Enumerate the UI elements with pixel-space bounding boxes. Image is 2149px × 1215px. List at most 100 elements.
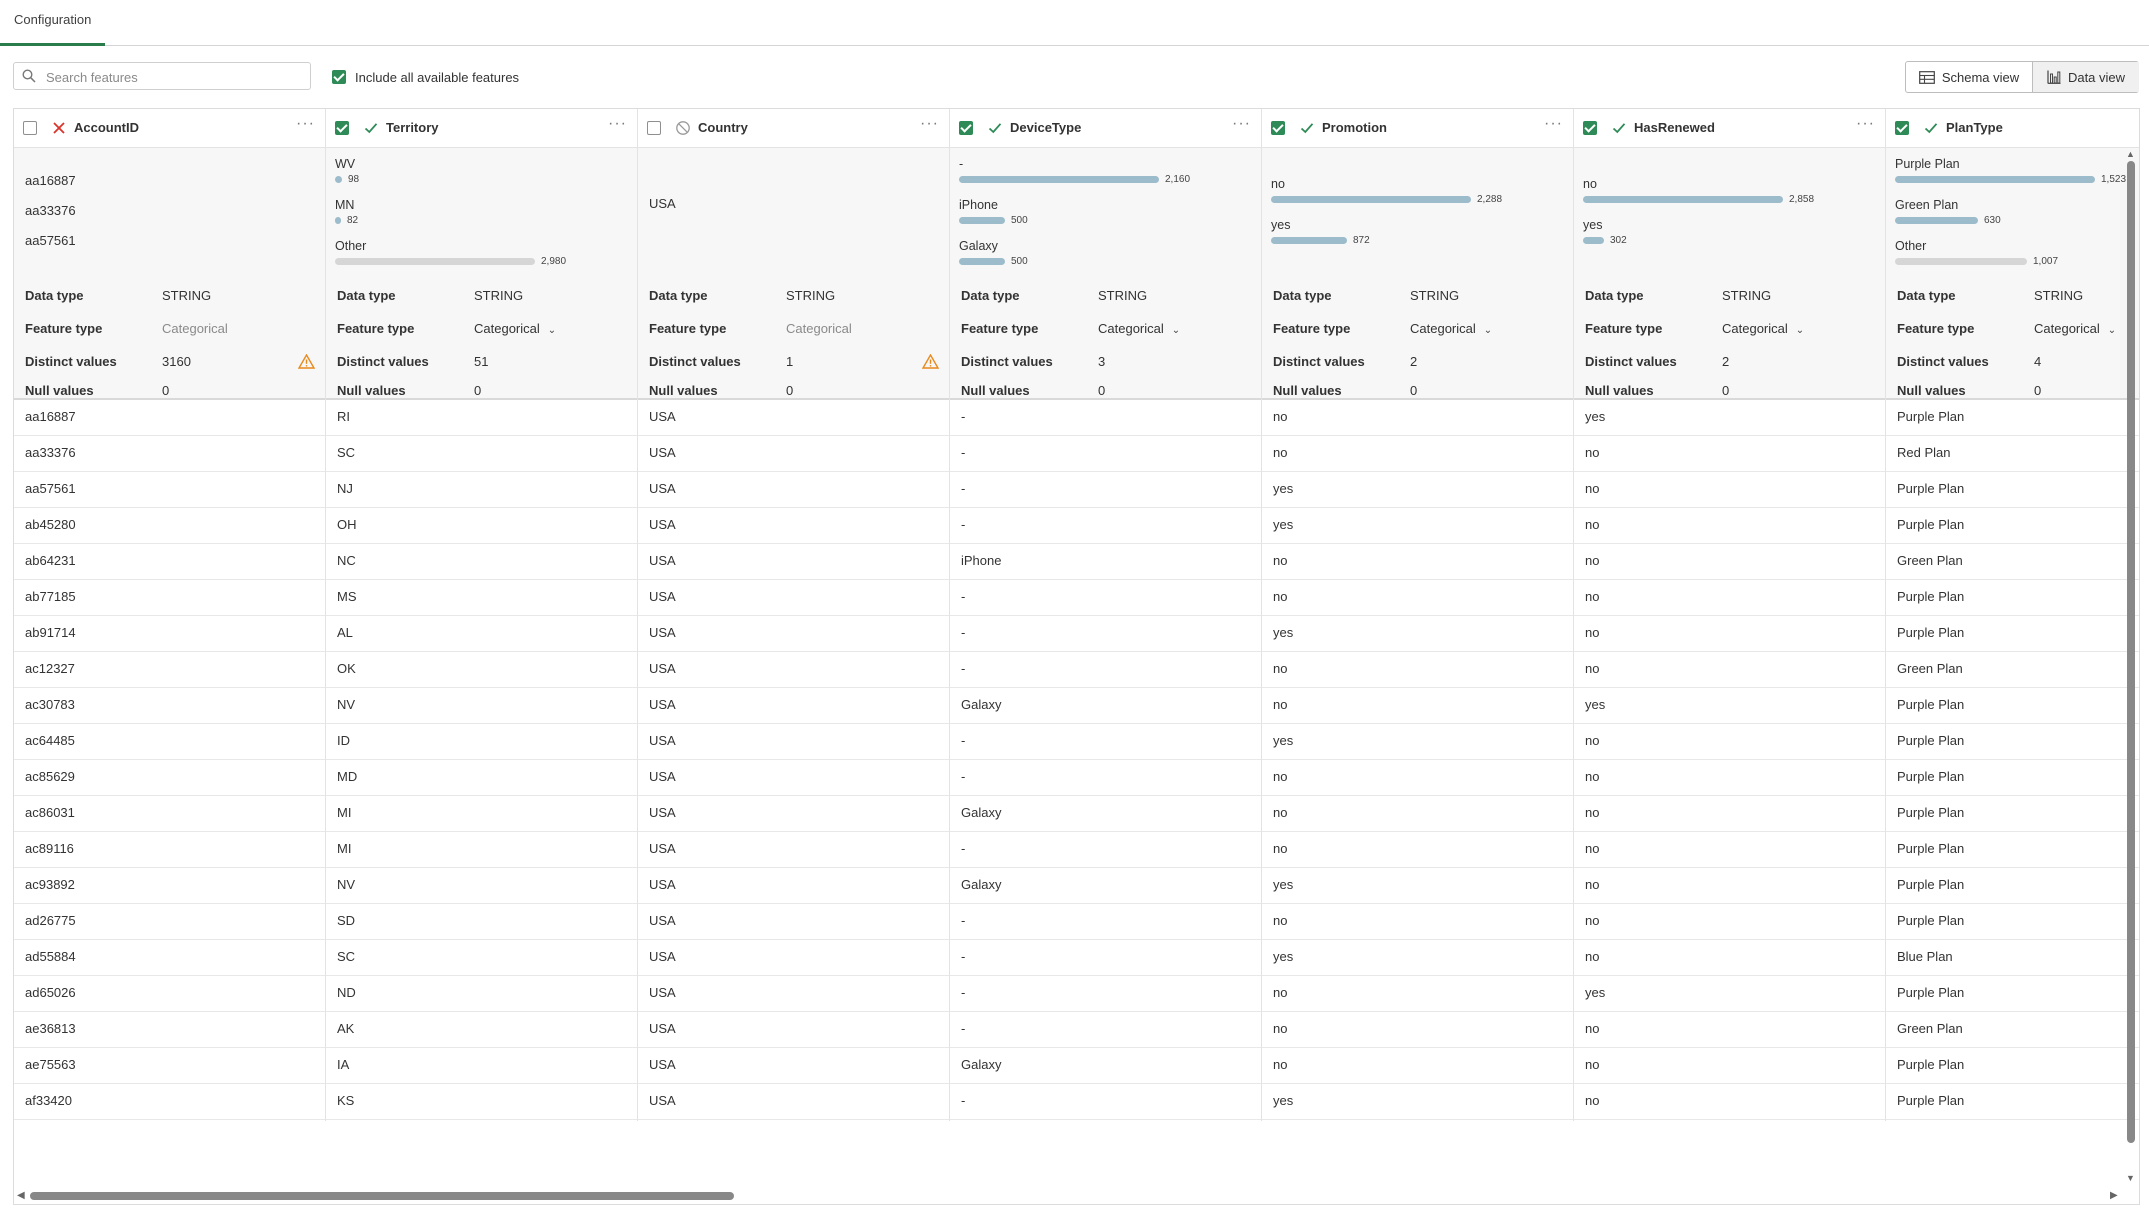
table-cell[interactable]: ac93892 — [14, 868, 325, 904]
table-cell[interactable]: USA — [638, 652, 949, 688]
table-cell[interactable]: aa57561 — [14, 472, 325, 508]
table-cell[interactable]: ab77185 — [14, 580, 325, 616]
column-header[interactable]: AccountID ··· — [14, 109, 325, 148]
table-cell[interactable]: Purple Plan — [1886, 832, 2139, 868]
table-cell[interactable]: Purple Plan — [1886, 580, 2139, 616]
table-cell[interactable]: - — [950, 1084, 1261, 1120]
table-cell[interactable]: no — [1574, 904, 1885, 940]
table-cell[interactable]: IA — [326, 1048, 637, 1084]
schema-view-button[interactable]: Schema view — [1906, 62, 2033, 92]
table-cell[interactable]: USA — [638, 688, 949, 724]
table-cell[interactable]: NC — [326, 544, 637, 580]
table-cell[interactable]: yes — [1262, 508, 1573, 544]
table-cell[interactable]: no — [1574, 472, 1885, 508]
scroll-right-icon[interactable]: ▶ — [2110, 1190, 2118, 1201]
table-cell[interactable]: no — [1574, 544, 1885, 580]
table-cell[interactable]: no — [1574, 580, 1885, 616]
table-cell[interactable]: ab91714 — [14, 616, 325, 652]
table-cell[interactable]: Purple Plan — [1886, 868, 2139, 904]
table-cell[interactable]: no — [1262, 400, 1573, 436]
table-cell[interactable]: no — [1262, 436, 1573, 472]
table-cell[interactable]: yes — [1574, 976, 1885, 1012]
table-cell[interactable]: no — [1574, 868, 1885, 904]
feature-type-select[interactable]: Categorical ⌄ — [2034, 319, 2116, 341]
table-cell[interactable]: USA — [638, 580, 949, 616]
table-cell[interactable]: - — [950, 940, 1261, 976]
table-cell[interactable]: NV — [326, 688, 637, 724]
table-cell[interactable]: - — [950, 616, 1261, 652]
table-cell[interactable]: SD — [326, 904, 637, 940]
include-all-checkbox[interactable] — [332, 70, 346, 84]
table-cell[interactable]: SC — [326, 940, 637, 976]
table-cell[interactable]: OK — [326, 652, 637, 688]
table-cell[interactable]: Purple Plan — [1886, 400, 2139, 436]
column-header[interactable]: Territory ··· — [326, 109, 637, 148]
table-cell[interactable]: AK — [326, 1012, 637, 1048]
table-cell[interactable]: - — [950, 1012, 1261, 1048]
table-cell[interactable]: ID — [326, 724, 637, 760]
table-cell[interactable]: - — [950, 724, 1261, 760]
column-checkbox[interactable] — [647, 121, 661, 135]
table-cell[interactable]: Galaxy — [950, 1048, 1261, 1084]
more-icon[interactable]: ··· — [920, 115, 939, 133]
table-cell[interactable]: no — [1262, 832, 1573, 868]
table-cell[interactable]: yes — [1262, 472, 1573, 508]
table-cell[interactable]: MD — [326, 760, 637, 796]
table-cell[interactable]: aa16887 — [14, 400, 325, 436]
more-icon[interactable]: ··· — [1232, 115, 1251, 133]
table-cell[interactable]: ac85629 — [14, 760, 325, 796]
table-cell[interactable]: - — [950, 904, 1261, 940]
table-cell[interactable]: USA — [638, 544, 949, 580]
table-cell[interactable]: ac86031 — [14, 796, 325, 832]
table-cell[interactable]: yes — [1262, 868, 1573, 904]
table-cell[interactable]: - — [950, 400, 1261, 436]
table-cell[interactable]: USA — [638, 1048, 949, 1084]
feature-type-select[interactable]: Categorical ⌄ — [1410, 319, 1492, 341]
table-cell[interactable]: ab64231 — [14, 544, 325, 580]
table-cell[interactable]: no — [1262, 760, 1573, 796]
vertical-scrollbar[interactable]: ▲ ▼ — [2122, 147, 2139, 1187]
table-cell[interactable]: - — [950, 760, 1261, 796]
table-cell[interactable]: USA — [638, 832, 949, 868]
table-cell[interactable]: ac30783 — [14, 688, 325, 724]
table-cell[interactable]: Purple Plan — [1886, 760, 2139, 796]
table-cell[interactable]: no — [1262, 904, 1573, 940]
table-cell[interactable]: Purple Plan — [1886, 724, 2139, 760]
column-header[interactable]: Country ··· — [638, 109, 949, 148]
table-cell[interactable]: yes — [1262, 1084, 1573, 1120]
column-checkbox[interactable] — [1271, 121, 1285, 135]
table-cell[interactable]: AL — [326, 616, 637, 652]
table-cell[interactable]: MI — [326, 796, 637, 832]
table-cell[interactable]: Purple Plan — [1886, 796, 2139, 832]
table-cell[interactable]: USA — [638, 796, 949, 832]
table-cell[interactable]: USA — [638, 472, 949, 508]
table-cell[interactable]: no — [1262, 580, 1573, 616]
table-cell[interactable]: ND — [326, 976, 637, 1012]
table-cell[interactable]: Galaxy — [950, 796, 1261, 832]
table-cell[interactable]: no — [1574, 508, 1885, 544]
table-cell[interactable]: USA — [638, 1084, 949, 1120]
table-cell[interactable]: no — [1262, 796, 1573, 832]
column-header[interactable]: Promotion ··· — [1262, 109, 1573, 148]
table-cell[interactable]: USA — [638, 904, 949, 940]
table-cell[interactable]: no — [1574, 652, 1885, 688]
table-cell[interactable]: USA — [638, 868, 949, 904]
table-cell[interactable]: yes — [1262, 616, 1573, 652]
table-cell[interactable]: Galaxy — [950, 688, 1261, 724]
table-cell[interactable]: ae75563 — [14, 1048, 325, 1084]
column-checkbox[interactable] — [1895, 121, 1909, 135]
column-checkbox[interactable] — [959, 121, 973, 135]
table-cell[interactable]: no — [1574, 1048, 1885, 1084]
table-cell[interactable]: no — [1574, 1012, 1885, 1048]
table-cell[interactable]: no — [1262, 976, 1573, 1012]
more-icon[interactable]: ··· — [608, 115, 627, 133]
table-cell[interactable]: Purple Plan — [1886, 616, 2139, 652]
table-cell[interactable]: USA — [638, 940, 949, 976]
data-view-button[interactable]: Data view — [2033, 62, 2139, 92]
table-cell[interactable]: USA — [638, 616, 949, 652]
search-input[interactable] — [44, 66, 303, 88]
table-cell[interactable]: OH — [326, 508, 637, 544]
table-cell[interactable]: MI — [326, 832, 637, 868]
table-cell[interactable]: yes — [1574, 400, 1885, 436]
table-cell[interactable]: yes — [1262, 940, 1573, 976]
